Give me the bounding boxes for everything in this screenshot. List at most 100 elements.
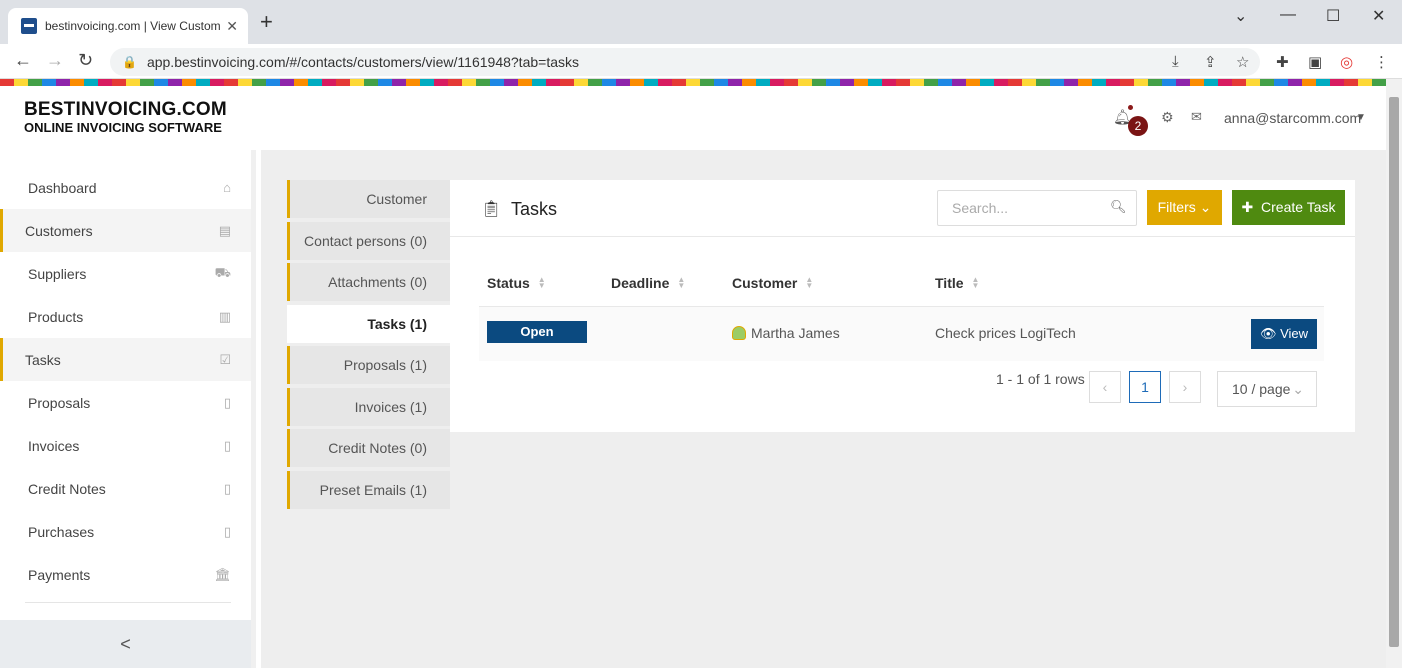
reload-icon[interactable]: ↻ [78, 50, 93, 71]
new-tab-button[interactable]: + [260, 11, 273, 33]
search-input[interactable] [937, 190, 1137, 226]
sidebar-item-label: Products [28, 308, 84, 325]
tab-title: bestinvoicing.com | View Custom [45, 19, 221, 33]
filters-button[interactable]: Filters ⌄ [1147, 190, 1222, 225]
sidebar-item-label: Payments [28, 566, 91, 583]
search-icon[interactable]: 🔍︎ [1110, 199, 1127, 215]
sidebar-item-label: Dashboard [28, 179, 97, 196]
browser-tabbar: bestinvoicing.com | View Custom ✕ + ⌄ — … [0, 0, 1402, 44]
sort-icon[interactable]: ▲ ▼ [677, 276, 685, 290]
sidebar-item-products[interactable]: Products ▥ [0, 295, 251, 338]
notification-count-badge: 2 [1128, 116, 1148, 136]
caret-down-icon[interactable]: ▼ [1356, 112, 1366, 123]
minimize-icon[interactable]: — [1280, 6, 1296, 24]
maximize-icon[interactable]: ☐ [1326, 6, 1340, 26]
install-app-icon[interactable]: ⤓ [1172, 53, 1179, 70]
rainbow-stripe [0, 79, 1402, 86]
create-task-label: Create Task [1261, 199, 1336, 215]
subnav-contact-persons[interactable]: Contact persons (0) [287, 221, 450, 260]
pdf-file-icon: ▯ [223, 523, 231, 539]
sort-icon[interactable]: ▲ ▼ [805, 276, 813, 290]
clipboard-check-icon: 📋︎ [481, 201, 502, 218]
tab-search-chevron-icon[interactable]: ⌄ [1234, 6, 1247, 26]
envelope-icon[interactable]: ✉ [1191, 109, 1202, 125]
column-header-label: Title [935, 275, 964, 291]
column-header-title[interactable]: Title ▲ ▼ [935, 275, 979, 291]
sidebar-item-label: Purchases [28, 523, 95, 540]
customer-name[interactable]: Martha James [751, 325, 840, 341]
column-header-label: Customer [732, 275, 798, 291]
sidebar-item-purchases[interactable]: Purchases ▯ [0, 510, 251, 553]
sidebar-item-credit-notes[interactable]: Credit Notes ▯ [0, 467, 251, 510]
sidebar-item-label: Proposals [28, 394, 91, 411]
sidebar-item-suppliers[interactable]: Suppliers ⛟ [0, 252, 251, 295]
create-task-button[interactable]: ✚ Create Task [1232, 190, 1345, 225]
side-panel-icon[interactable]: ▣ [1308, 53, 1322, 71]
close-window-icon[interactable]: ✕ [1372, 6, 1385, 26]
sidebar-item-label: Customers [25, 222, 93, 239]
column-header-deadline[interactable]: Deadline ▲ ▼ [611, 275, 685, 291]
sidebar: Dashboard ⌂ Customers ▤ Suppliers ⛟ Prod… [0, 150, 256, 668]
forward-icon[interactable]: → [46, 50, 64, 71]
pagination-summary: 1 - 1 of 1 rows [996, 371, 1085, 387]
pdf-file-icon: ▯ [223, 480, 231, 496]
url-text: app.bestinvoicing.com/#/contacts/custome… [146, 54, 579, 70]
sidebar-collapse-button[interactable]: < [0, 620, 251, 668]
filters-label: Filters [1157, 199, 1196, 215]
sort-icon[interactable]: ▲ ▼ [972, 276, 980, 290]
user-menu[interactable]: anna@starcomm.com [1224, 110, 1361, 126]
sidebar-item-label: Credit Notes [28, 480, 106, 497]
subnav-preset-emails[interactable]: Preset Emails (1) [287, 470, 450, 509]
page-1-button[interactable]: 1 [1129, 371, 1161, 403]
truck-icon: ⛟ [214, 264, 231, 280]
sidebar-item-label: Invoices [28, 437, 80, 454]
profile-icon[interactable]: ◎ [1340, 53, 1353, 71]
table-row: Open Martha James Check prices LogiTech … [479, 307, 1324, 361]
bookmark-star-icon[interactable]: ☆ [1236, 53, 1249, 71]
bank-icon: 🏛︎ [214, 566, 231, 582]
sort-icon[interactable]: ▲ ▼ [538, 276, 546, 290]
extensions-puzzle-icon[interactable]: ✚ [1276, 53, 1289, 71]
panel-title: Tasks [511, 199, 558, 219]
subnav-credit-notes[interactable]: Credit Notes (0) [287, 429, 450, 467]
column-header-customer[interactable]: Customer ▲ ▼ [732, 275, 813, 291]
subnav-proposals[interactable]: Proposals (1) [287, 346, 450, 384]
browser-menu-icon[interactable]: ⋮ [1374, 53, 1389, 71]
sidebar-item-payments[interactable]: Payments 🏛︎ [0, 553, 251, 596]
view-button[interactable]: 👁︎ View [1251, 319, 1317, 349]
column-header-label: Deadline [611, 275, 670, 291]
sidebar-item-proposals[interactable]: Proposals ▯ [0, 381, 251, 424]
tab-close-icon[interactable]: ✕ [226, 18, 238, 35]
column-header-status[interactable]: Status ▲ ▼ [487, 275, 546, 291]
page-scrollbar[interactable] [1386, 79, 1402, 668]
prev-page-button[interactable]: ‹ [1089, 371, 1121, 403]
eye-icon: 👁︎ [1259, 326, 1277, 341]
address-bar[interactable]: 🔒 app.bestinvoicing.com/#/contacts/custo… [110, 48, 1260, 76]
page-size-select[interactable]: 10 / page ⌄ [1217, 371, 1317, 407]
main-content: Customer Contact persons (0) Attachments… [261, 150, 1386, 668]
panel-header: 📋︎ Tasks 🔍︎ Filters ⌄ ✚ Create Task [450, 180, 1355, 237]
subnav-customer[interactable]: Customer [287, 180, 450, 218]
share-icon[interactable]: ⇪ [1204, 53, 1217, 71]
logo-subtitle: ONLINE INVOICING SOFTWARE [24, 120, 222, 135]
status-badge: Open [487, 321, 587, 343]
person-icon [732, 326, 746, 340]
sidebar-item-dashboard[interactable]: Dashboard ⌂ [0, 166, 251, 209]
sidebar-item-customers[interactable]: Customers ▤ [0, 209, 251, 252]
subnav-tasks[interactable]: Tasks (1) [287, 304, 450, 343]
sidebar-item-label: Suppliers [28, 265, 87, 282]
scrollbar-thumb[interactable] [1389, 97, 1399, 647]
next-page-button[interactable]: › [1169, 371, 1201, 403]
subnav-invoices[interactable]: Invoices (1) [287, 387, 450, 426]
browser-toolbar: ← → ↻ 🔒 app.bestinvoicing.com/#/contacts… [0, 44, 1402, 79]
sidebar-item-tasks[interactable]: Tasks ☑ [0, 338, 251, 381]
browser-tab[interactable]: bestinvoicing.com | View Custom ✕ [8, 8, 248, 44]
table-header: Status ▲ ▼ Deadline ▲ ▼ Customer ▲ ▼ Title … [479, 263, 1324, 307]
sidebar-item-invoices[interactable]: Invoices ▯ [0, 424, 251, 467]
sidebar-divider [25, 602, 231, 603]
settings-gears-icon[interactable]: ⚙ [1161, 109, 1174, 126]
back-icon[interactable]: ← [14, 50, 32, 71]
tasks-panel: 📋︎ Tasks 🔍︎ Filters ⌄ ✚ Create Task Stat… [450, 180, 1355, 432]
logo[interactable]: BESTINVOICING.COM ONLINE INVOICING SOFTW… [24, 100, 227, 136]
subnav-attachments[interactable]: Attachments (0) [287, 263, 450, 301]
